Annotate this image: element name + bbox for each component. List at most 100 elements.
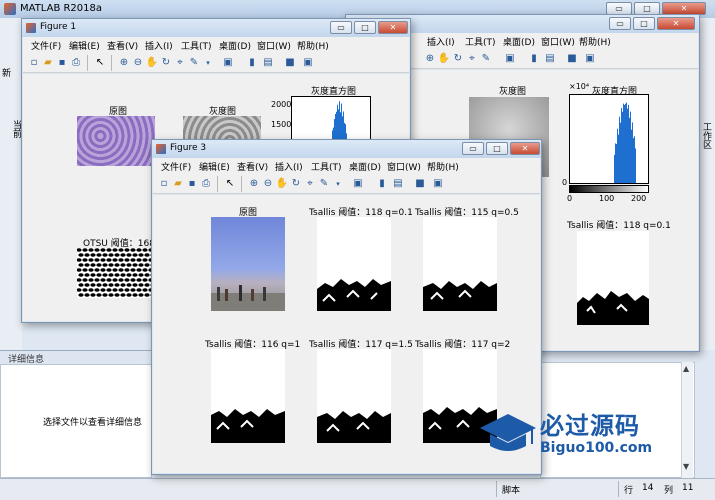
fig1-save-icon[interactable]: ▪	[55, 56, 69, 70]
fig2-histogram-axes[interactable]	[569, 94, 649, 184]
fig3-menu-desktop[interactable]: 桌面(D)	[349, 160, 381, 173]
fig1-colorbar-icon[interactable]: ▮	[245, 56, 259, 70]
fig2-brush-icon[interactable]: ✎	[479, 52, 493, 66]
fig3-datacursor-icon[interactable]: ⌖	[303, 177, 317, 191]
figure-3-title-bar[interactable]: Figure 3 ▭ □ ✕	[152, 140, 541, 158]
fig3-menu-window[interactable]: 窗口(W)	[387, 160, 421, 173]
fig2-minimize-button[interactable]: ▭	[609, 17, 631, 30]
fig3-brush-icon[interactable]: ✎	[317, 177, 331, 191]
fig1-zoom-out-icon[interactable]: ⊖	[131, 56, 145, 70]
status-divider	[618, 481, 619, 497]
fig1-show-tools-icon[interactable]: ▣	[301, 56, 315, 70]
fig1-close-button[interactable]: ✕	[378, 21, 408, 34]
fig2-datacursor-icon[interactable]: ⌖	[465, 52, 479, 66]
fig1-open-icon[interactable]: ▰	[41, 56, 55, 70]
otsu-blob	[118, 268, 124, 272]
fig2-colorbar-icon[interactable]: ▮	[527, 52, 541, 66]
fig3-new-icon[interactable]: ▫	[157, 177, 171, 191]
status-divider	[496, 481, 497, 497]
fig1-hide-tools-icon[interactable]: ■	[283, 56, 297, 70]
figure-3-toolbar: ▫ ▰ ▪ ⎙ ↖ ⊕ ⊖ ✋ ↻ ⌖ ✎ ▾ ▣ ▮ ▤ ■ ▣	[153, 174, 540, 194]
fig1-print-icon[interactable]: ⎙	[69, 56, 83, 70]
fig2-zoom-in-icon[interactable]: ⊕	[423, 52, 437, 66]
fig1-legend-icon[interactable]: ▤	[261, 56, 275, 70]
fig3-print-icon[interactable]: ⎙	[199, 177, 213, 191]
fig1-menu-view[interactable]: 查看(V)	[107, 39, 138, 52]
otsu-blob	[118, 258, 124, 262]
histogram-bar	[617, 128, 618, 183]
fig2-pan-icon[interactable]: ✋	[437, 52, 451, 66]
fig3-menu-help[interactable]: 帮助(H)	[427, 160, 459, 173]
fig1-new-icon[interactable]: ▫	[27, 56, 41, 70]
histogram-bar	[627, 108, 628, 183]
workspace-label[interactable]: 工作区	[700, 122, 713, 149]
fig2-menu-window[interactable]: 窗口(W)	[541, 35, 575, 48]
figure-1-title-bar[interactable]: Figure 1 ▭ □ ✕	[22, 19, 410, 37]
fig2-menu-tools[interactable]: 工具(T)	[465, 35, 496, 48]
fig2-rotate-icon[interactable]: ↻	[451, 52, 465, 66]
fig3-maximize-button[interactable]: □	[486, 142, 508, 155]
fig3-hide-tools-icon[interactable]: ■	[413, 177, 427, 191]
fig2-menu-desktop[interactable]: 桌面(D)	[503, 35, 535, 48]
fig1-maximize-button[interactable]: □	[354, 21, 376, 34]
fig3-zoom-in-icon[interactable]: ⊕	[247, 177, 261, 191]
fig1-menu-edit[interactable]: 编辑(E)	[69, 39, 100, 52]
fig3-menu-file[interactable]: 文件(F)	[161, 160, 191, 173]
fig3-menu-edit[interactable]: 编辑(E)	[199, 160, 230, 173]
fig1-menu-desktop[interactable]: 桌面(D)	[219, 39, 251, 52]
otsu-blob	[108, 283, 114, 287]
fig2-menu-insert[interactable]: 插入(I)	[427, 35, 455, 48]
otsu-blob	[78, 293, 84, 297]
fig2-close-button[interactable]: ✕	[657, 17, 695, 30]
fig1-select-icon[interactable]: ↖	[93, 56, 107, 70]
fig1-menu-file[interactable]: 文件(F)	[31, 39, 61, 52]
fig2-show-tools-icon[interactable]: ▣	[583, 52, 597, 66]
fig3-rotate-icon[interactable]: ↻	[289, 177, 303, 191]
fig2-hide-tools-icon[interactable]: ■	[565, 52, 579, 66]
fig2-menu-help[interactable]: 帮助(H)	[579, 35, 611, 48]
fig3-menu-tools[interactable]: 工具(T)	[311, 160, 342, 173]
fig3-show-tools-icon[interactable]: ▣	[431, 177, 445, 191]
fig3-menu-insert[interactable]: 插入(I)	[275, 160, 303, 173]
otsu-blob	[112, 278, 118, 282]
fig1-zoom-in-icon[interactable]: ⊕	[117, 56, 131, 70]
otsu-blob	[94, 248, 100, 252]
fig2-legend-icon[interactable]: ▤	[543, 52, 557, 66]
fig3-link-icon[interactable]: ▣	[351, 177, 365, 191]
histogram-bar	[622, 111, 623, 183]
status-col-label: 列	[664, 486, 674, 496]
fig3-legend-icon[interactable]: ▤	[391, 177, 405, 191]
toolstrip-new-label[interactable]: 新	[2, 66, 11, 79]
fig3-menu-view[interactable]: 查看(V)	[237, 160, 268, 173]
otsu-blob	[120, 283, 126, 287]
fig1-menu-window[interactable]: 窗口(W)	[257, 39, 291, 52]
fig1-brush-icon[interactable]: ✎	[187, 56, 201, 70]
figure-3-icon	[156, 144, 166, 154]
histogram-bar	[618, 134, 619, 183]
fig3-brush-dropdown-icon[interactable]: ▾	[331, 177, 345, 191]
fig2-link-icon[interactable]: ▣	[503, 52, 517, 66]
fig3-open-icon[interactable]: ▰	[171, 177, 185, 191]
fig1-menu-insert[interactable]: 插入(I)	[145, 39, 173, 52]
fig3-zoom-out-icon[interactable]: ⊖	[261, 177, 275, 191]
fig3-select-icon[interactable]: ↖	[223, 177, 237, 191]
histogram-bar	[614, 154, 615, 183]
fig1-menu-help[interactable]: 帮助(H)	[297, 39, 329, 52]
toolbar-separator	[241, 176, 242, 192]
fig3-colorbar-icon[interactable]: ▮	[375, 177, 389, 191]
otsu-blob	[138, 293, 144, 297]
fig1-datacursor-icon[interactable]: ⌖	[173, 56, 187, 70]
scroll-up-icon[interactable]: ▲	[683, 364, 689, 373]
fig3-save-icon[interactable]: ▪	[185, 177, 199, 191]
fig1-link-icon[interactable]: ▣	[221, 56, 235, 70]
fig2-maximize-button[interactable]: □	[633, 17, 655, 30]
fig1-minimize-button[interactable]: ▭	[330, 21, 352, 34]
fig3-close-button[interactable]: ✕	[510, 142, 540, 155]
fig3-pan-icon[interactable]: ✋	[275, 177, 289, 191]
otsu-blob	[130, 288, 136, 292]
fig1-menu-tools[interactable]: 工具(T)	[181, 39, 212, 52]
fig1-brush-dropdown-icon[interactable]: ▾	[201, 56, 215, 70]
fig1-pan-icon[interactable]: ✋	[145, 56, 159, 70]
fig3-minimize-button[interactable]: ▭	[462, 142, 484, 155]
fig1-rotate-icon[interactable]: ↻	[159, 56, 173, 70]
